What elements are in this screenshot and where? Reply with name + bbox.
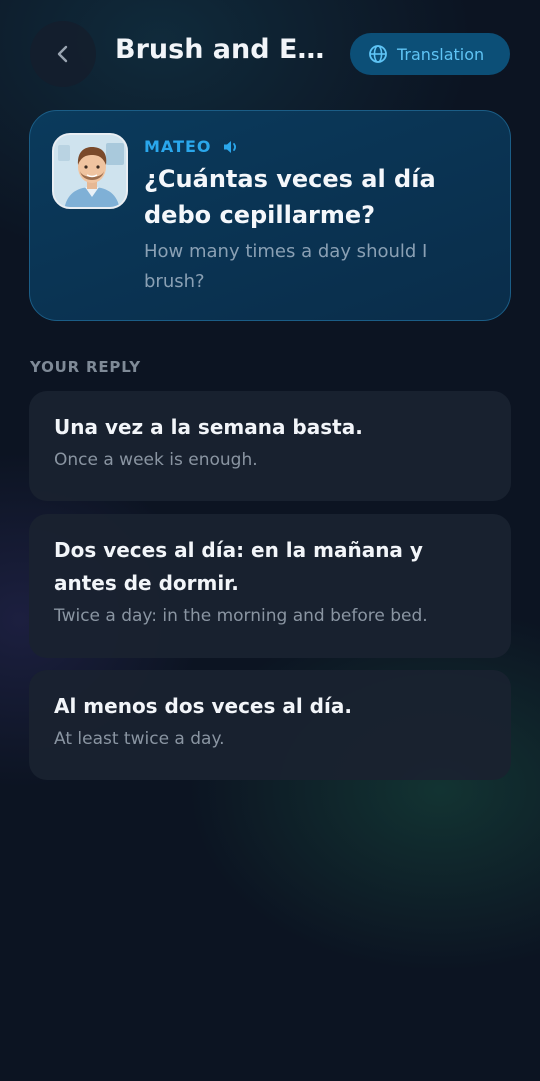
reply-spanish: Dos veces al día: en la mañana y antes d… bbox=[54, 538, 423, 595]
speaker-row: MATEO bbox=[144, 137, 240, 156]
reply-spanish: Al menos dos veces al día. bbox=[54, 694, 352, 718]
prompt-english: How many times a day should I brush? bbox=[144, 241, 428, 292]
volume-icon[interactable] bbox=[222, 139, 240, 155]
section-label: YOUR REPLY bbox=[30, 358, 141, 376]
translation-button[interactable]: Translation bbox=[350, 33, 510, 75]
page-title: Brush and Ea... bbox=[115, 34, 331, 65]
globe-icon bbox=[369, 45, 387, 63]
prompt-spanish: ¿Cuántas veces al día debo cepillarme? bbox=[144, 165, 436, 229]
back-button[interactable] bbox=[30, 21, 96, 87]
speaker-name: MATEO bbox=[144, 137, 212, 156]
header: Brush and Ea... Translation bbox=[0, 0, 540, 108]
reply-option[interactable]: Dos veces al día: en la mañana y antes d… bbox=[29, 514, 511, 658]
translation-label: Translation bbox=[397, 44, 485, 64]
reply-spanish: Una vez a la semana basta. bbox=[54, 415, 363, 439]
chevron-left-icon bbox=[57, 45, 68, 63]
reply-english: At least twice a day. bbox=[54, 729, 225, 749]
reply-option[interactable]: Al menos dos veces al día. At least twic… bbox=[29, 670, 511, 780]
prompt-card: MATEO ¿Cuántas veces al día debo cepilla… bbox=[29, 110, 511, 321]
reply-english: Once a week is enough. bbox=[54, 450, 258, 470]
reply-option[interactable]: Una vez a la semana basta. Once a week i… bbox=[29, 391, 511, 501]
reply-english: Twice a day: in the morning and before b… bbox=[54, 606, 428, 626]
avatar bbox=[52, 133, 128, 209]
